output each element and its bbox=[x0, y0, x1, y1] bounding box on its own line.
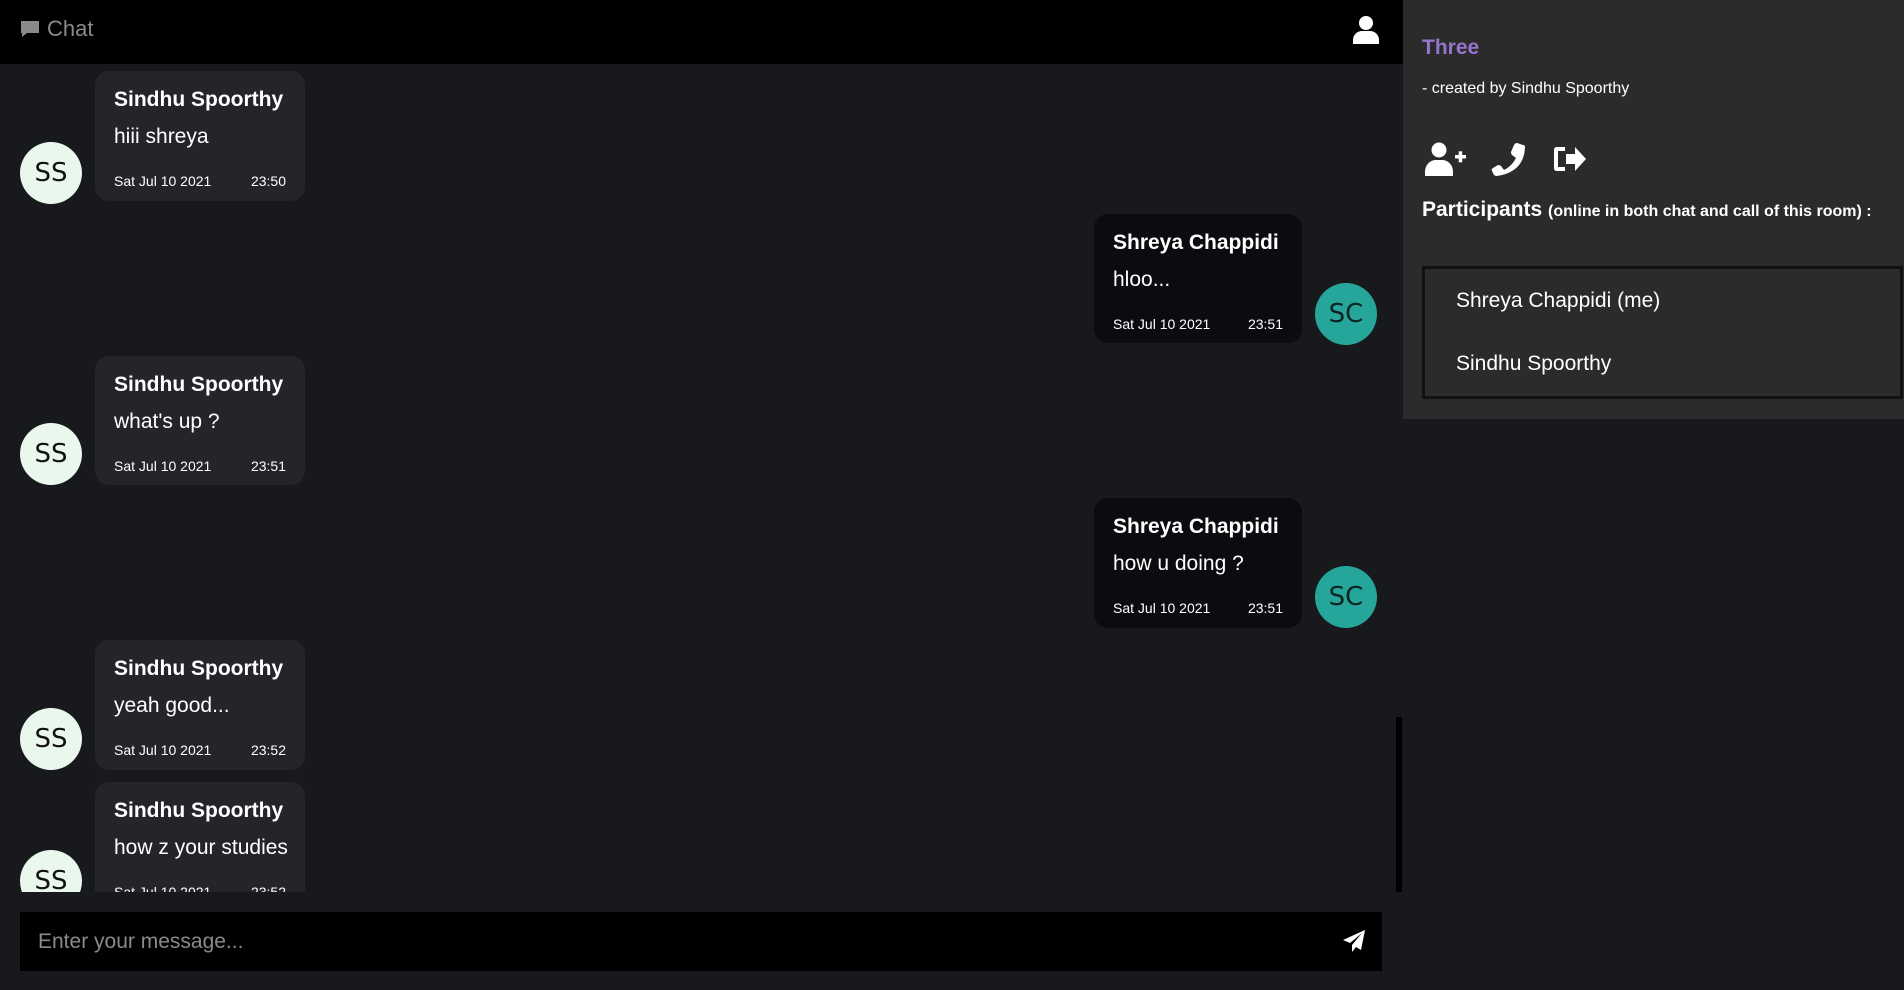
message-sender: Sindhu Spoorthy bbox=[114, 373, 284, 396]
header-title: Chat bbox=[47, 16, 94, 41]
message-date: Sat Jul 10 2021 bbox=[114, 458, 212, 474]
message-date: Sat Jul 10 2021 bbox=[1113, 316, 1211, 332]
message-text: how u doing ? bbox=[1113, 552, 1244, 575]
message-text: hiii shreya bbox=[114, 125, 209, 148]
message-date: Sat Jul 10 2021 bbox=[1113, 600, 1211, 616]
message-composer bbox=[20, 912, 1382, 971]
message-sender: Sindhu Spoorthy bbox=[114, 799, 284, 822]
chat-app: Chat SS Sindhu Spoorthy hiii shreya Sat … bbox=[0, 0, 1904, 990]
message-sender: Sindhu Spoorthy bbox=[114, 657, 284, 680]
chat-header: Chat bbox=[0, 0, 1403, 64]
message-date: Sat Jul 10 2021 bbox=[114, 173, 212, 189]
user-icon[interactable] bbox=[1353, 16, 1379, 44]
message-time: 23:52 bbox=[250, 884, 286, 892]
paper-plane-icon[interactable] bbox=[1342, 929, 1366, 953]
message-text: what's up ? bbox=[114, 410, 220, 433]
message-bubble: Sindhu Spoorthy yeah good... Sat Jul 10 … bbox=[95, 640, 305, 770]
message-bubble: Sindhu Spoorthy hiii shreya Sat Jul 10 2… bbox=[95, 71, 305, 201]
message-bubble: Sindhu Spoorthy what's up ? Sat Jul 10 2… bbox=[95, 356, 305, 485]
avatar: SS bbox=[20, 708, 82, 770]
avatar: SC bbox=[1315, 283, 1377, 345]
leave-room-button[interactable] bbox=[1549, 142, 1591, 176]
leave-room-icon bbox=[1554, 147, 1586, 171]
message-time: 23:51 bbox=[1247, 600, 1283, 616]
room-name: Three bbox=[1422, 36, 1480, 59]
participants-label: Participants bbox=[1422, 198, 1549, 221]
chat-bubble-icon bbox=[21, 21, 39, 37]
message-date: Sat Jul 10 2021 bbox=[114, 742, 212, 758]
participants-note: (online in both chat and call of this ro… bbox=[1548, 203, 1872, 220]
message-time: 23:51 bbox=[1247, 316, 1283, 332]
participants-heading: Participants (online in both chat and ca… bbox=[1422, 198, 1872, 222]
chat-brand: Chat bbox=[20, 16, 93, 42]
message-sender: Shreya Chappidi bbox=[1113, 515, 1279, 538]
message-bubble: Sindhu Spoorthy how z your studies Sat J… bbox=[95, 782, 305, 892]
message-time: 23:52 bbox=[250, 742, 286, 758]
scrollbar[interactable] bbox=[1396, 717, 1402, 892]
participants-list: Shreya Chappidi (me) Sindhu Spoorthy bbox=[1422, 266, 1903, 399]
message-sender: Sindhu Spoorthy bbox=[114, 88, 284, 111]
message-time: 23:51 bbox=[250, 458, 286, 474]
add-user-icon bbox=[1425, 142, 1466, 176]
call-button[interactable] bbox=[1487, 142, 1529, 176]
room-actions bbox=[1425, 142, 1591, 176]
avatar: SS bbox=[20, 142, 82, 204]
message-time: 23:50 bbox=[250, 173, 286, 189]
message-bubble: Shreya Chappidi how u doing ? Sat Jul 10… bbox=[1094, 498, 1302, 628]
room-creator: - created by Sindhu Spoorthy bbox=[1422, 80, 1630, 97]
participant-item: Shreya Chappidi (me) bbox=[1456, 289, 1661, 312]
phone-icon bbox=[1491, 143, 1525, 176]
message-text: how z your studies bbox=[114, 836, 288, 859]
message-sender: Shreya Chappidi bbox=[1113, 231, 1279, 254]
message-bubble: Shreya Chappidi hloo... Sat Jul 10 2021 … bbox=[1094, 214, 1302, 343]
message-list[interactable]: SS Sindhu Spoorthy hiii shreya Sat Jul 1… bbox=[0, 64, 1403, 892]
add-user-button[interactable] bbox=[1425, 142, 1467, 176]
message-text: yeah good... bbox=[114, 694, 230, 717]
message-text: hloo... bbox=[1113, 268, 1171, 291]
message-input[interactable] bbox=[20, 912, 1320, 971]
participant-item: Sindhu Spoorthy bbox=[1456, 352, 1612, 375]
avatar: SS bbox=[20, 850, 82, 892]
message-date: Sat Jul 10 2021 bbox=[114, 884, 212, 892]
room-info-panel: Three - created by Sindhu Spoorthy Parti… bbox=[1403, 0, 1904, 419]
avatar: SS bbox=[20, 423, 82, 485]
avatar: SC bbox=[1315, 566, 1377, 628]
